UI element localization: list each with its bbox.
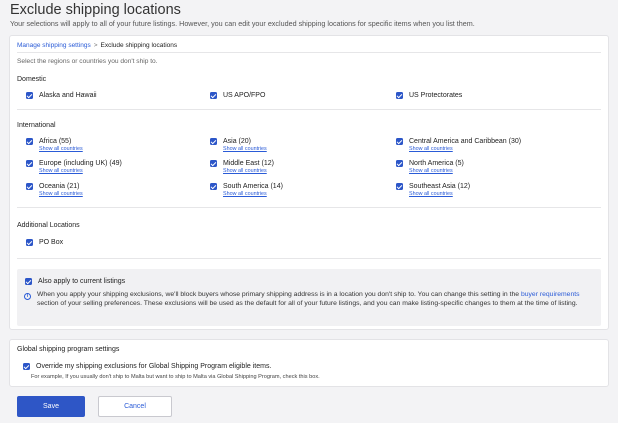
checkbox-checked-icon[interactable] — [396, 92, 403, 99]
checkbox-po-box[interactable]: PO Box — [26, 238, 63, 247]
divider — [17, 52, 601, 53]
save-button[interactable]: Save — [17, 396, 85, 417]
show-all-countries-link[interactable]: Show all countries — [223, 168, 274, 175]
show-all-countries-link[interactable]: Show all countries — [223, 146, 267, 153]
checkbox-label: Alaska and Hawaii — [39, 92, 97, 99]
show-all-countries-link[interactable]: Show all countries — [409, 146, 521, 153]
checkbox-africa[interactable]: Africa (55) Show all countries — [26, 137, 83, 153]
checkbox-label: North America (5) — [409, 160, 464, 167]
show-all-countries-link[interactable]: Show all countries — [409, 168, 464, 175]
checkbox-checked-icon[interactable] — [25, 278, 32, 285]
apply-current-listings-box: Also apply to current listings i When yo… — [17, 269, 601, 326]
checkbox-asia[interactable]: Asia (20) Show all countries — [210, 137, 267, 153]
domestic-heading: Domestic — [17, 76, 47, 83]
page-subtitle: Your selections will apply to all of you… — [10, 19, 475, 28]
global-shipping-heading: Global shipping program settings — [17, 346, 120, 353]
info-text-part: When you apply your shipping exclusions,… — [37, 291, 521, 298]
checkbox-label: US Protectorates — [409, 92, 463, 99]
breadcrumb-manage-shipping-link[interactable]: Manage shipping settings — [17, 42, 91, 49]
divider — [17, 207, 601, 208]
checkbox-checked-icon[interactable] — [396, 138, 403, 145]
checkbox-label: Asia (20) — [223, 138, 252, 145]
checkbox-checked-icon[interactable] — [26, 92, 33, 99]
global-shipping-panel: Global shipping program settings Overrid… — [9, 339, 609, 387]
checkbox-checked-icon[interactable] — [210, 183, 217, 190]
info-text-part: section of your selling preferences. The… — [37, 300, 578, 307]
checkbox-checked-icon[interactable] — [396, 160, 403, 167]
page-title: Exclude shipping locations — [10, 2, 181, 18]
checkbox-oceania[interactable]: Oceania (21) Show all countries — [26, 182, 83, 198]
cancel-button[interactable]: Cancel — [98, 396, 172, 417]
additional-locations-heading: Additional Locations — [17, 222, 80, 229]
shipping-exclusions-panel: Manage shipping settings > Exclude shippin… — [9, 35, 609, 330]
show-all-countries-link[interactable]: Show all countries — [223, 191, 283, 198]
checkbox-override-exclusions[interactable]: Override my shipping exclusions for Glob… — [23, 362, 271, 371]
checkbox-middle-east[interactable]: Middle East (12) Show all countries — [210, 159, 274, 175]
divider — [17, 258, 601, 259]
checkbox-label: Europe (including UK) (49) — [39, 160, 122, 167]
checkbox-label: South America (14) — [223, 183, 283, 190]
checkbox-checked-icon[interactable] — [210, 160, 217, 167]
breadcrumb-current: Exclude shipping locations — [100, 42, 178, 49]
breadcrumb: Manage shipping settings > Exclude shippin… — [17, 42, 177, 49]
checkbox-checked-icon[interactable] — [210, 138, 217, 145]
buyer-requirements-link[interactable]: buyer requirements — [521, 291, 580, 298]
checkbox-south-america[interactable]: South America (14) Show all countries — [210, 182, 283, 198]
checkbox-checked-icon[interactable] — [26, 138, 33, 145]
checkbox-label: Africa (55) — [39, 138, 72, 145]
checkbox-checked-icon[interactable] — [210, 92, 217, 99]
international-heading: International — [17, 122, 56, 129]
show-all-countries-link[interactable]: Show all countries — [409, 191, 470, 198]
checkbox-label: Override my shipping exclusions for Glob… — [36, 363, 272, 370]
checkbox-label: PO Box — [39, 239, 64, 246]
info-icon: i — [24, 293, 31, 300]
checkbox-us-apo-fpo[interactable]: US APO/FPO — [210, 91, 265, 100]
checkbox-label: Oceania (21) — [39, 183, 80, 190]
checkbox-central-america-caribbean[interactable]: Central America and Caribbean (30) Show … — [396, 137, 521, 153]
breadcrumb-separator: > — [93, 42, 98, 49]
checkbox-label: Also apply to current listings — [38, 278, 126, 285]
checkbox-checked-icon[interactable] — [26, 183, 33, 190]
checkbox-southeast-asia[interactable]: Southeast Asia (12) Show all countries — [396, 182, 470, 198]
instruction-text: Select the regions or countries you don'… — [17, 58, 158, 65]
divider — [17, 109, 601, 110]
checkbox-label: Southeast Asia (12) — [409, 183, 471, 190]
show-all-countries-link[interactable]: Show all countries — [39, 191, 83, 198]
checkbox-label: Middle East (12) — [223, 160, 274, 167]
checkbox-north-america[interactable]: North America (5) Show all countries — [396, 159, 464, 175]
show-all-countries-link[interactable]: Show all countries — [39, 146, 83, 153]
checkbox-alaska-hawaii[interactable]: Alaska and Hawaii — [26, 91, 97, 100]
checkbox-europe[interactable]: Europe (including UK) (49) Show all coun… — [26, 159, 122, 175]
show-all-countries-link[interactable]: Show all countries — [39, 168, 122, 175]
checkbox-label: US APO/FPO — [223, 92, 266, 99]
checkbox-checked-icon[interactable] — [26, 160, 33, 167]
info-text: When you apply your shipping exclusions,… — [37, 290, 597, 308]
checkbox-checked-icon[interactable] — [26, 239, 33, 246]
checkbox-us-protectorates[interactable]: US Protectorates — [396, 91, 462, 100]
checkbox-apply-current-listings[interactable]: Also apply to current listings — [25, 277, 125, 286]
checkbox-checked-icon[interactable] — [396, 183, 403, 190]
checkbox-label: Central America and Caribbean (30) — [409, 138, 522, 145]
global-shipping-note: For example, If you usually don't ship t… — [31, 374, 320, 380]
checkbox-checked-icon[interactable] — [23, 363, 30, 370]
